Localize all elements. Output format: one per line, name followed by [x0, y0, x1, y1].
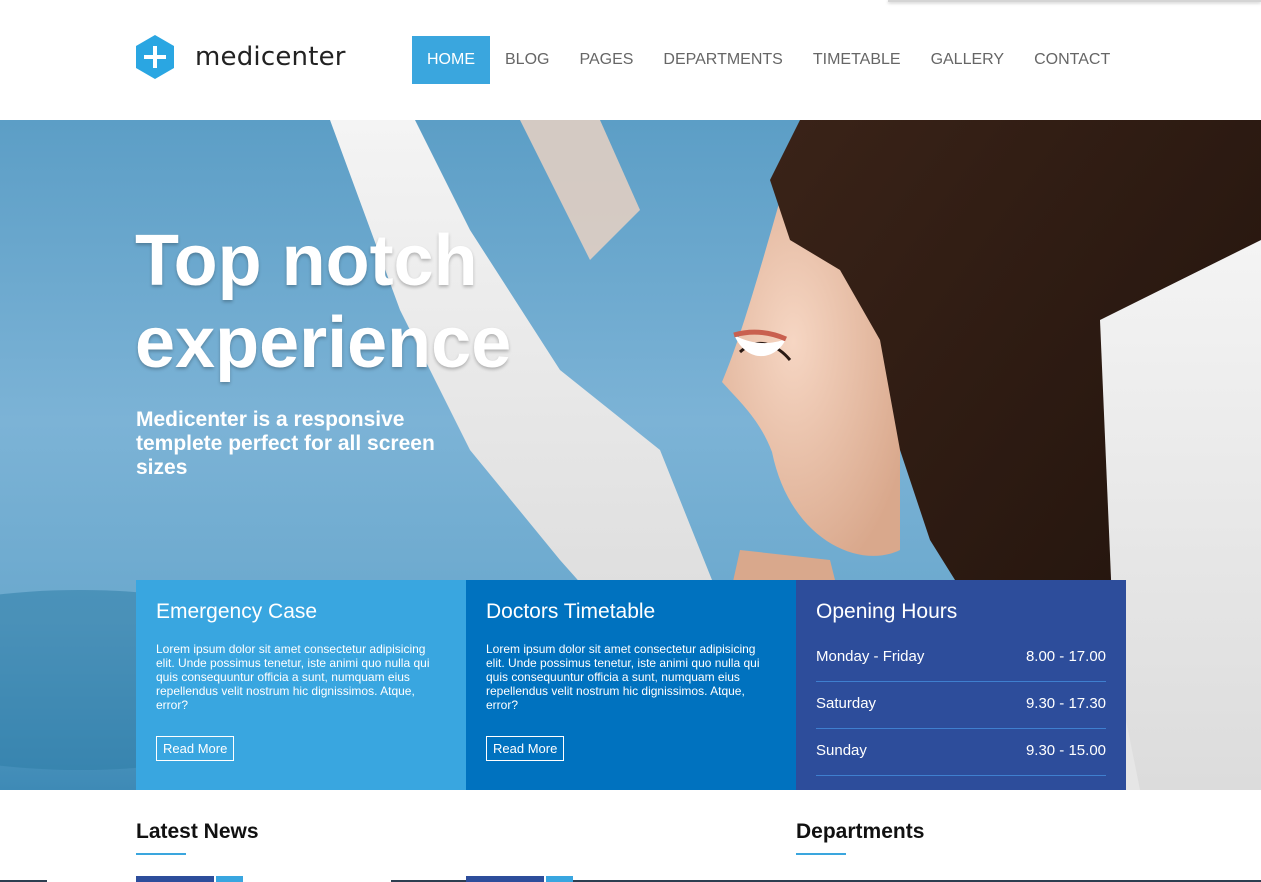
- doctors-timetable-title: Doctors Timetable: [486, 600, 656, 623]
- hours-day: Monday - Friday: [816, 648, 925, 665]
- emergency-read-more-button[interactable]: Read More: [156, 736, 235, 761]
- hours-row: Sunday 9.30 - 15.00: [816, 729, 1106, 776]
- hours-day: Sunday: [816, 742, 867, 759]
- emergency-case-title: Emergency Case: [156, 600, 318, 623]
- hours-time: 8.00 - 17.00: [1025, 648, 1106, 665]
- nav-timetable[interactable]: TIMETABLE: [798, 36, 916, 84]
- doctors-timetable-text: Lorem ipsum dolor sit amet consectetur a…: [486, 642, 760, 712]
- hours-time: 9.30 - 17.30: [1025, 695, 1106, 712]
- hours-row: Saturday 9.30 - 17.30: [816, 682, 1106, 729]
- hero-title: Top notch experience: [135, 220, 511, 384]
- opening-hours-list: Monday - Friday 8.00 - 17.00 Saturday 9.…: [816, 635, 1106, 776]
- nav-departments[interactable]: DEPARTMENTS: [648, 36, 797, 84]
- emergency-case-text: Lorem ipsum dolor sit amet consectetur a…: [156, 642, 430, 712]
- site-header: medicenter HOME BLOG PAGES DEPARTMENTS T…: [0, 0, 1261, 120]
- news-thumb-edge: [216, 876, 243, 882]
- nav-gallery[interactable]: GALLERY: [916, 36, 1020, 84]
- nav-blog[interactable]: BLOG: [490, 36, 564, 84]
- nav-home[interactable]: HOME: [412, 36, 490, 84]
- timetable-read-more-button[interactable]: Read More: [486, 736, 565, 761]
- feature-boxes: Emergency Case Lorem ipsum dolor sit ame…: [136, 580, 1126, 790]
- emergency-case-box: Emergency Case Lorem ipsum dolor sit ame…: [136, 580, 466, 790]
- nav-contact[interactable]: CONTACT: [1019, 36, 1125, 84]
- departments-heading: Departments: [796, 820, 925, 843]
- hours-time: 9.30 - 15.00: [1025, 742, 1106, 759]
- doctors-timetable-box: Doctors Timetable Lorem ipsum dolor sit …: [466, 580, 796, 790]
- departments-underline: [796, 853, 846, 855]
- opening-hours-box: Opening Hours Monday - Friday 8.00 - 17.…: [796, 580, 1126, 790]
- news-thumb-edge: [136, 876, 214, 882]
- hero-title-line2: experience: [135, 303, 512, 383]
- latest-news-heading: Latest News: [136, 820, 259, 843]
- news-thumb-edge: [546, 876, 573, 882]
- hours-day: Saturday: [816, 695, 877, 712]
- news-thumb-edge: [466, 876, 544, 882]
- latest-news-underline: [136, 853, 186, 855]
- medical-cross-icon: [136, 35, 174, 79]
- brand-name: medicenter: [195, 42, 346, 72]
- hours-row: Monday - Friday 8.00 - 17.00: [816, 635, 1106, 682]
- hero-subtitle: Medicenter is a responsive templete perf…: [136, 408, 435, 479]
- hero-title-line1: Top notch: [135, 221, 478, 301]
- opening-hours-title: Opening Hours: [816, 600, 958, 623]
- main-nav: HOME BLOG PAGES DEPARTMENTS TIMETABLE GA…: [412, 36, 1125, 84]
- nav-pages[interactable]: PAGES: [564, 36, 648, 84]
- header-shadow-strip: [888, 0, 1261, 2]
- logo[interactable]: medicenter: [135, 34, 346, 80]
